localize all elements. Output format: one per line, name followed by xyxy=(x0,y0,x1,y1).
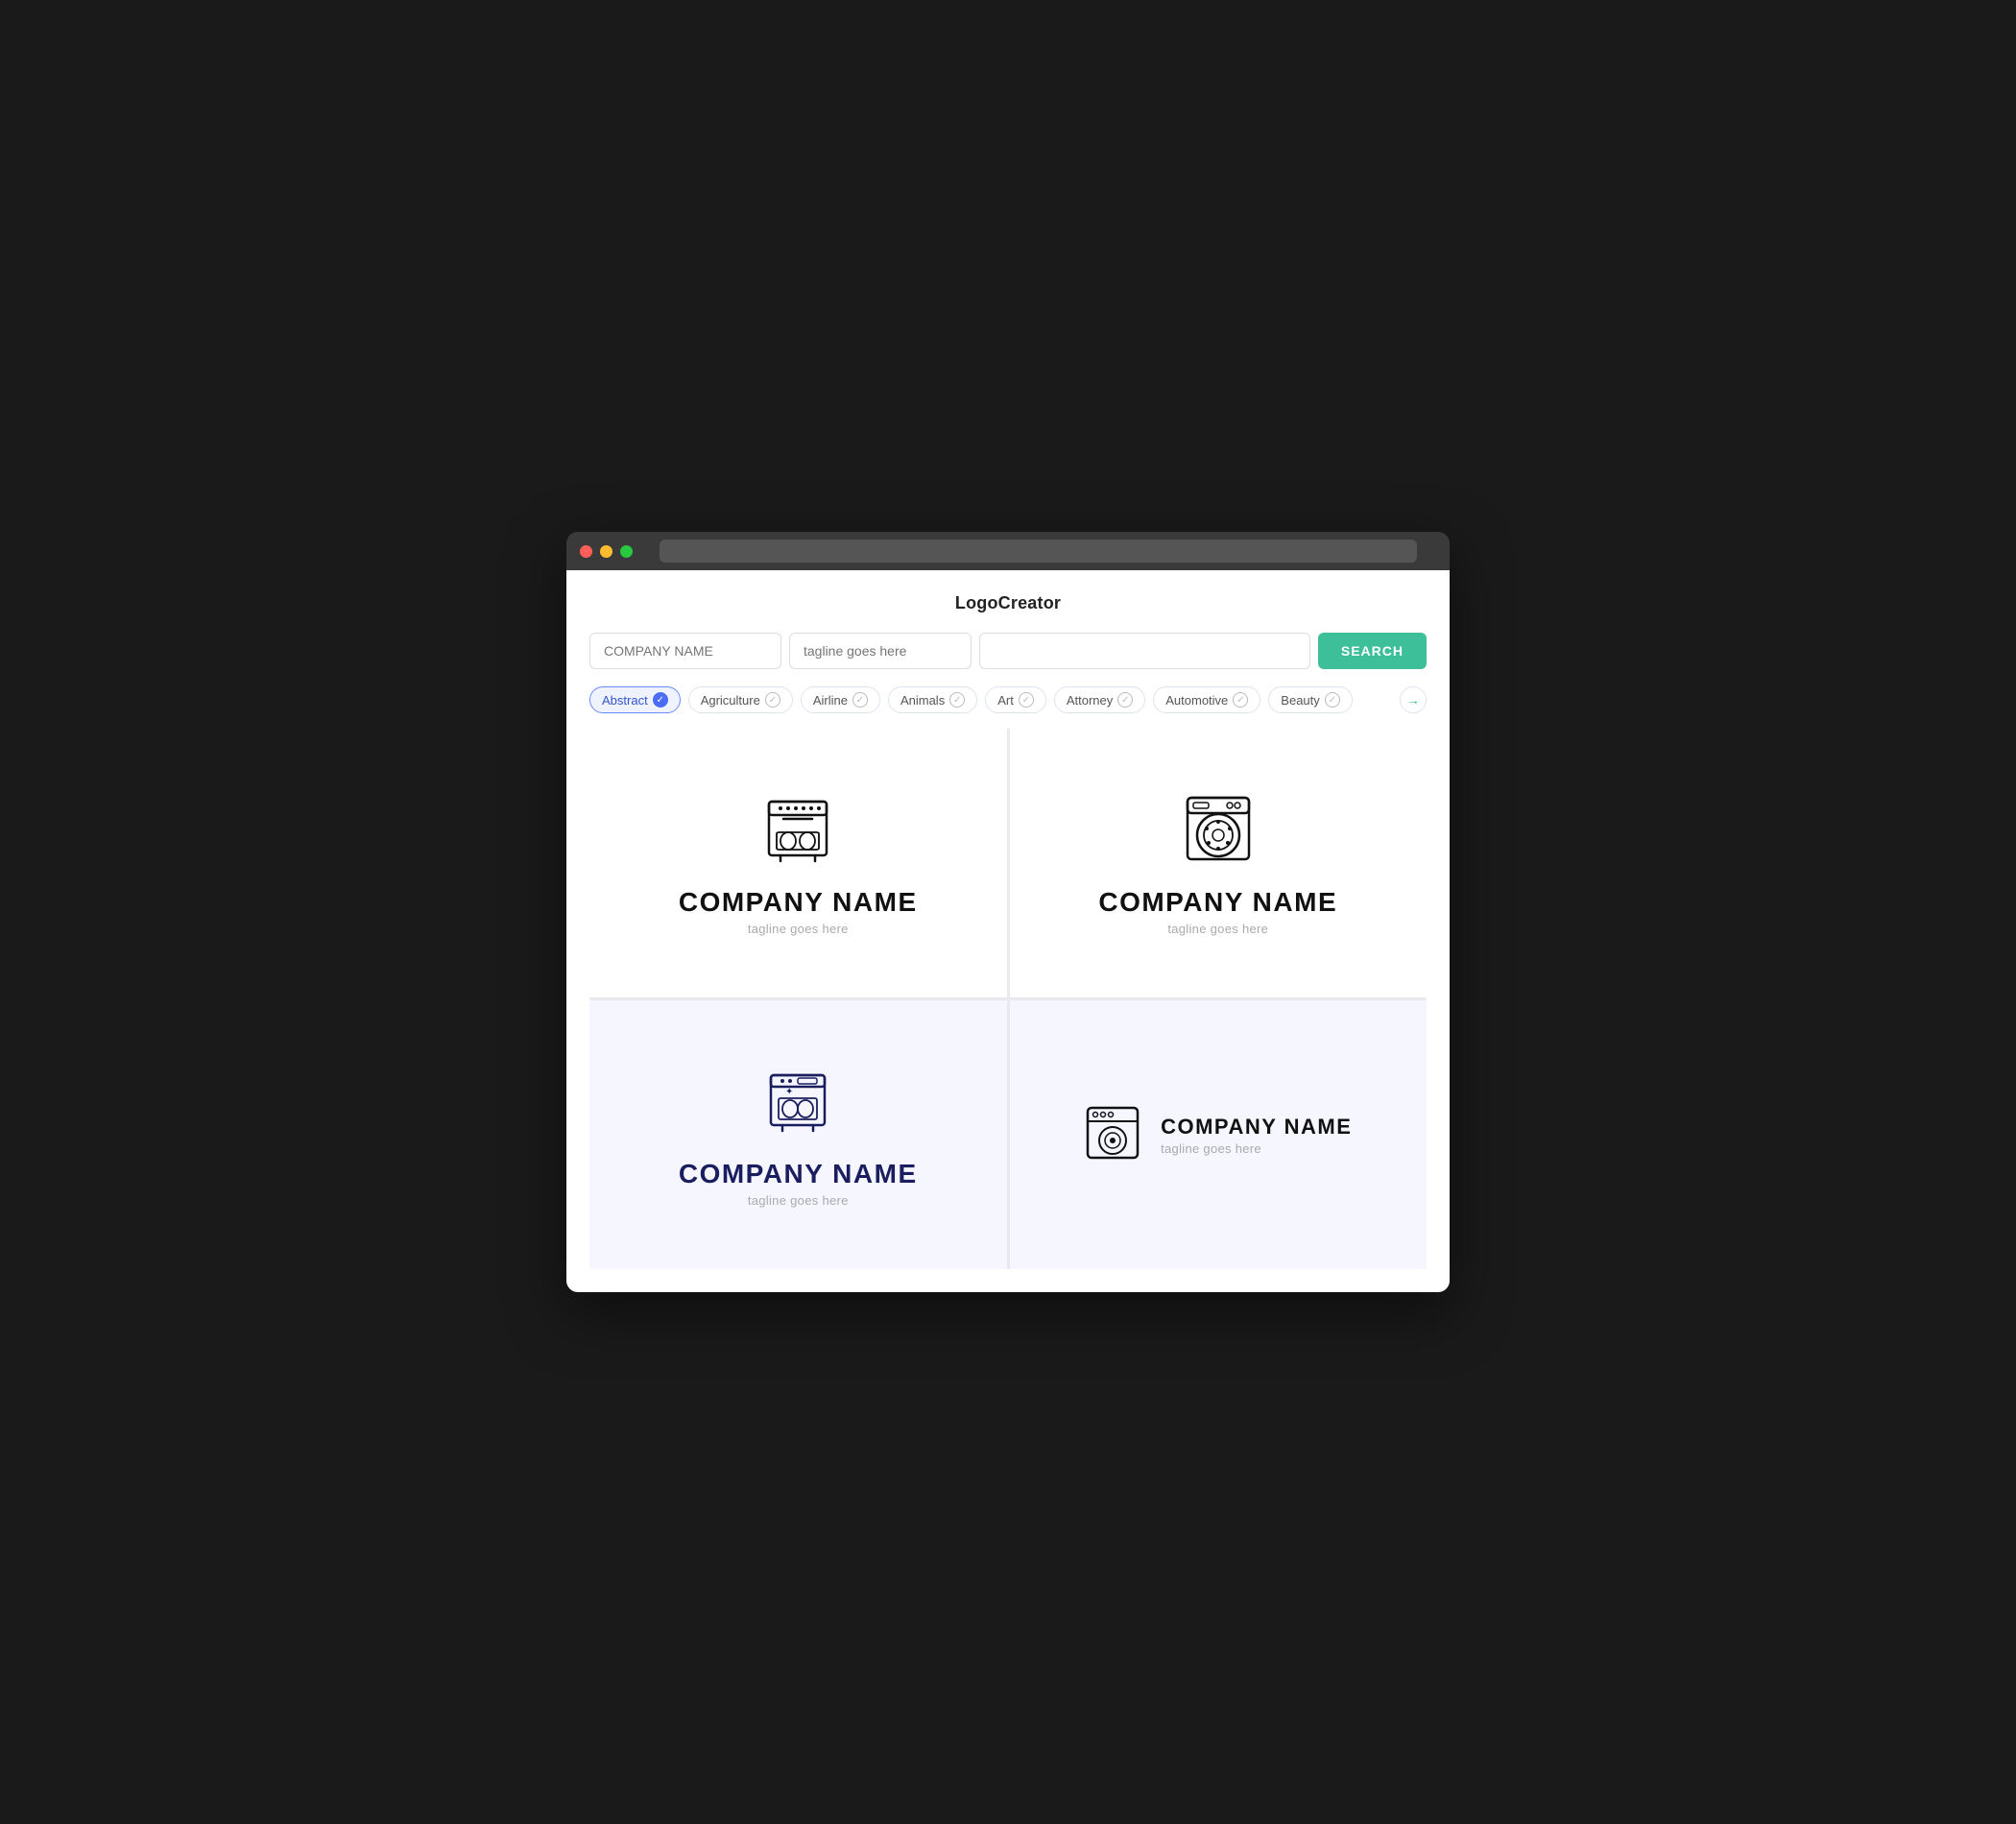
check-icon-agriculture xyxy=(765,692,780,708)
tagline-3: tagline goes here xyxy=(748,1193,849,1208)
svg-text:✦: ✦ xyxy=(785,1087,793,1097)
appliance-icon-1 xyxy=(759,790,836,872)
appliance-icon-2 xyxy=(1180,790,1257,872)
minimize-button[interactable] xyxy=(600,545,612,558)
logo-card-3[interactable]: ✦ COMPANY NAME tagline goes here xyxy=(589,1000,1007,1269)
app-title: LogoCreator xyxy=(589,593,1427,613)
tagline-input[interactable] xyxy=(789,633,972,669)
logo-grid: COMPANY NAME tagline goes here xyxy=(589,729,1427,1269)
filter-chip-abstract[interactable]: Abstract ✓ xyxy=(589,686,681,713)
browser-window: LogoCreator SEARCH Abstract ✓ Agricultur… xyxy=(566,532,1450,1292)
filter-label: Airline xyxy=(813,693,848,708)
address-bar[interactable] xyxy=(660,540,1417,563)
check-icon-art xyxy=(1019,692,1034,708)
filter-chip-attorney[interactable]: Attorney xyxy=(1054,686,1145,713)
search-bar: SEARCH xyxy=(589,633,1427,669)
check-icon-airline xyxy=(852,692,868,708)
filter-label: Attorney xyxy=(1067,693,1113,708)
check-icon-automotive xyxy=(1233,692,1248,708)
check-icon-attorney xyxy=(1117,692,1133,708)
tagline-4: tagline goes here xyxy=(1161,1141,1352,1156)
company-name-1: COMPANY NAME xyxy=(679,887,918,918)
filter-label: Animals xyxy=(900,693,945,708)
close-button[interactable] xyxy=(580,545,592,558)
filter-chip-automotive[interactable]: Automotive xyxy=(1153,686,1260,713)
check-icon-animals xyxy=(949,692,965,708)
company-name-4: COMPANY NAME xyxy=(1161,1115,1352,1140)
filter-next-arrow[interactable]: → xyxy=(1400,686,1427,713)
appliance-icon-4 xyxy=(1084,1104,1141,1166)
check-icon-abstract: ✓ xyxy=(653,692,668,708)
filter-chip-beauty[interactable]: Beauty xyxy=(1268,686,1352,713)
filter-label: Agriculture xyxy=(701,693,760,708)
maximize-button[interactable] xyxy=(620,545,633,558)
company-name-3: COMPANY NAME xyxy=(679,1159,918,1189)
filter-label: Abstract xyxy=(602,693,648,708)
keyword-input[interactable] xyxy=(979,633,1310,669)
company-name-2: COMPANY NAME xyxy=(1098,887,1337,918)
filter-label: Automotive xyxy=(1165,693,1228,708)
filter-chip-agriculture[interactable]: Agriculture xyxy=(688,686,793,713)
app-content: LogoCreator SEARCH Abstract ✓ Agricultur… xyxy=(566,570,1450,1292)
logo-card-2[interactable]: COMPANY NAME tagline goes here xyxy=(1010,729,1428,997)
check-icon-beauty xyxy=(1325,692,1340,708)
filter-chip-art[interactable]: Art xyxy=(985,686,1046,713)
filter-chip-airline[interactable]: Airline xyxy=(801,686,880,713)
tagline-2: tagline goes here xyxy=(1167,922,1268,936)
logo-card-1[interactable]: COMPANY NAME tagline goes here xyxy=(589,729,1007,997)
tagline-1: tagline goes here xyxy=(748,922,849,936)
filter-label: Art xyxy=(997,693,1014,708)
search-button[interactable]: SEARCH xyxy=(1318,633,1427,669)
logo-card-4[interactable]: COMPANY NAME tagline goes here xyxy=(1010,1000,1428,1269)
filter-chip-animals[interactable]: Animals xyxy=(888,686,977,713)
filter-bar: Abstract ✓ Agriculture Airline Animals A… xyxy=(589,686,1427,713)
card4-text-block: COMPANY NAME tagline goes here xyxy=(1161,1115,1352,1156)
filter-label: Beauty xyxy=(1281,693,1319,708)
company-name-input[interactable] xyxy=(589,633,781,669)
appliance-icon-3: ✦ xyxy=(759,1062,836,1143)
browser-titlebar xyxy=(566,532,1450,570)
